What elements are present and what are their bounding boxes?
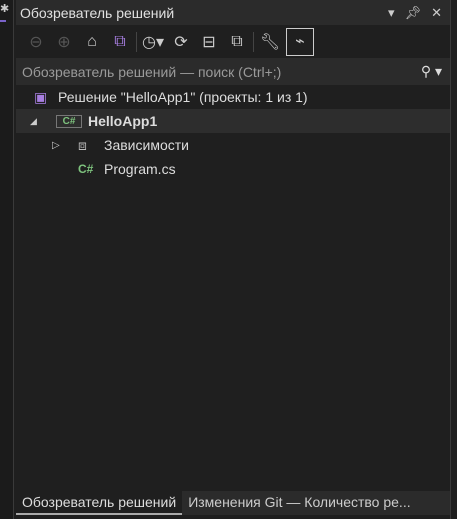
preview-selected-icon[interactable]: ⌁ [286, 27, 314, 56]
pending-changes-filter-icon[interactable]: ◷▾ [141, 32, 165, 52]
close-icon[interactable]: ✕ [431, 5, 442, 21]
collapsed-arrow-icon[interactable]: ▷ [52, 140, 78, 151]
tree-item-label: Решение "HelloApp1" (проекты: 1 из 1) [58, 89, 308, 105]
dependencies-icon: ⧈ [78, 136, 87, 153]
collapse-all-icon[interactable]: ⊟ [197, 32, 221, 52]
home-icon[interactable]: ⌂ [80, 33, 104, 51]
tree-item-solution[interactable]: ▣ Решение "HelloApp1" (проекты: 1 из 1) [16, 85, 450, 109]
show-all-files-icon[interactable]: ⧉ [225, 33, 249, 51]
switch-views-icon[interactable]: ⧉ [108, 33, 132, 51]
tree-item-label: HelloApp1 [88, 113, 158, 129]
search-box[interactable]: Обозреватель решений — поиск (Ctrl+;) ⚲ … [16, 58, 450, 85]
csharp-file-icon: C# [78, 162, 94, 176]
dropdown-icon[interactable]: ▾ [388, 5, 395, 21]
properties-wrench-icon[interactable]: 🔧︎ [258, 32, 282, 52]
separator [136, 31, 137, 52]
separator [253, 31, 254, 52]
gear-icon[interactable]: ✱ [0, 2, 9, 15]
solution-icon: ▣ [34, 88, 48, 105]
pin-icon[interactable]: 📌︎ [405, 5, 422, 21]
tree-item-label: Зависимости [104, 137, 189, 153]
tree-item-label: Program.cs [104, 161, 176, 177]
tab-git-changes[interactable]: Изменения Git — Количество ре... [182, 491, 450, 515]
active-indicator [0, 20, 6, 22]
bottom-tabs: Обозреватель решений Изменения Git — Кол… [16, 491, 450, 515]
panel-title-bar: Обозреватель решений ▾ 📌︎ ✕ [16, 0, 450, 25]
toolbar: ⊖ ⊕ ⌂ ⧉ ◷▾ ⟳ ⊟ ⧉ 🔧︎ ⌁ [16, 25, 450, 58]
search-input[interactable]: Обозреватель решений — поиск (Ctrl+;) [22, 64, 281, 80]
panel-title: Обозреватель решений [20, 4, 175, 21]
search-icon[interactable]: ⚲ ▾ [421, 63, 450, 80]
tree-item-dependencies[interactable]: ▷ ⧈ Зависимости [16, 133, 450, 157]
forward-icon[interactable]: ⊕ [52, 32, 76, 52]
tab-solution-explorer[interactable]: Обозреватель решений [16, 491, 183, 515]
left-strip: ✱ [0, 0, 14, 519]
sync-icon[interactable]: ⟳ [169, 32, 193, 52]
tree-item-project[interactable]: ◢ C# HelloApp1 [16, 109, 450, 133]
tree-item-file[interactable]: C# Program.cs [16, 157, 450, 181]
expanded-arrow-icon[interactable]: ◢ [30, 116, 56, 127]
solution-explorer-panel: Обозреватель решений ▾ 📌︎ ✕ ⊖ ⊕ ⌂ ⧉ ◷▾ ⟳ ⊟… [16, 0, 451, 519]
back-icon[interactable]: ⊖ [24, 32, 48, 52]
csharp-project-icon: C# [56, 114, 82, 128]
